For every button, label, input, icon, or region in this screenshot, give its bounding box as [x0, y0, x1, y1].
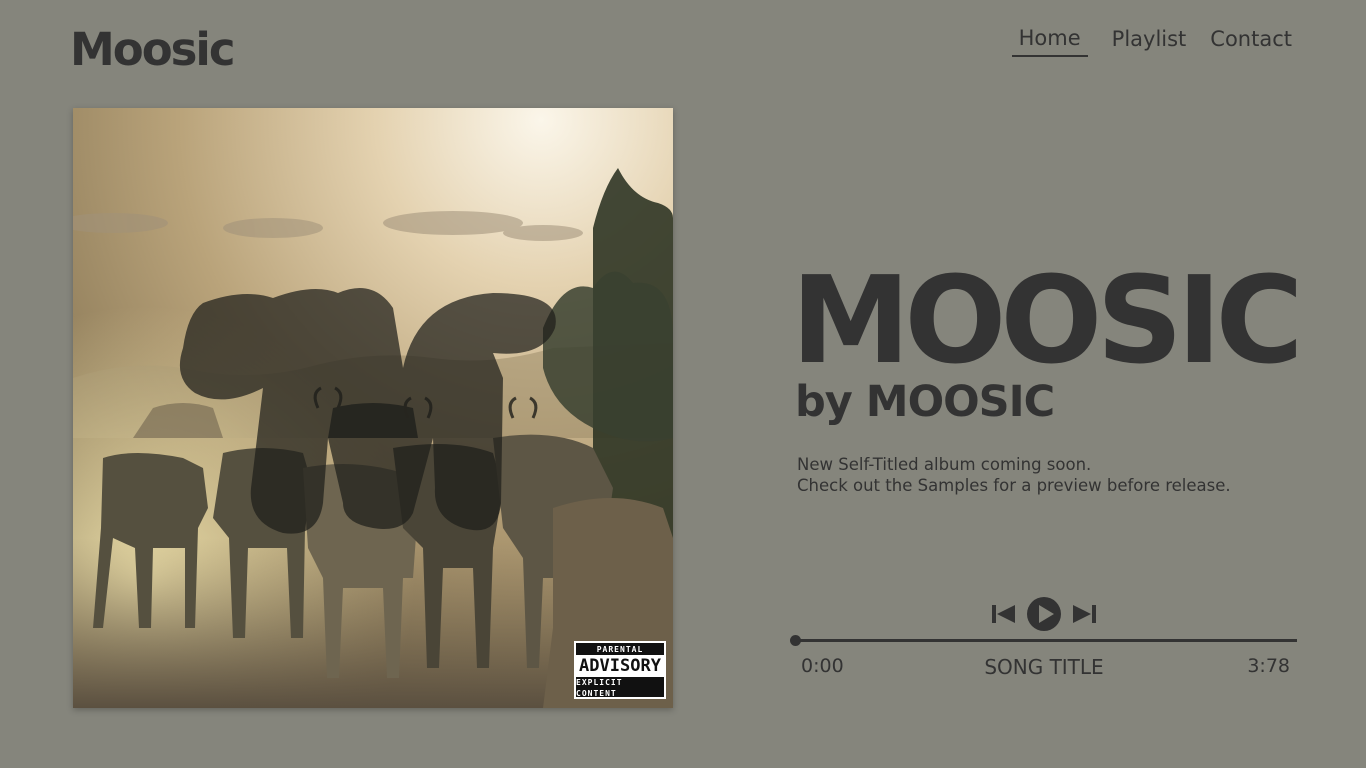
- description-line: New Self-Titled album coming soon.: [797, 455, 1092, 474]
- nav-contact-link[interactable]: Contact: [1210, 24, 1292, 54]
- main-nav: Home Playlist Contact: [1011, 23, 1292, 57]
- nav-playlist-link[interactable]: Playlist: [1112, 24, 1187, 54]
- album-description: New Self-Titled album coming soon. Check…: [797, 454, 1231, 496]
- skip-next-icon[interactable]: [1071, 604, 1097, 624]
- album-title: MOOSIC: [791, 252, 1304, 391]
- nav-home-link[interactable]: Home: [1011, 23, 1088, 57]
- skip-previous-icon[interactable]: [991, 604, 1017, 624]
- total-time: 3:78: [1247, 655, 1290, 677]
- album-cover-image: [73, 108, 673, 708]
- progress-track: [795, 639, 1297, 642]
- album-cover: PARENTAL ADVISORY EXPLICIT CONTENT: [73, 108, 673, 708]
- current-time: 0:00: [801, 655, 844, 677]
- song-title: SONG TITLE: [984, 655, 1104, 679]
- player-controls: [989, 595, 1099, 633]
- advisory-middle-text: ADVISORY: [576, 655, 664, 677]
- play-icon[interactable]: [1026, 596, 1062, 632]
- album-artist: by MOOSIC: [795, 377, 1055, 427]
- advisory-top-text: PARENTAL: [596, 645, 644, 654]
- progress-handle[interactable]: [790, 635, 801, 646]
- description-line: Check out the Samples for a preview befo…: [797, 476, 1231, 495]
- progress-bar[interactable]: [790, 634, 1297, 646]
- site-logo[interactable]: Moosic: [70, 22, 235, 78]
- parental-advisory-label: PARENTAL ADVISORY EXPLICIT CONTENT: [574, 641, 666, 699]
- advisory-bottom-text: EXPLICIT CONTENT: [576, 678, 623, 698]
